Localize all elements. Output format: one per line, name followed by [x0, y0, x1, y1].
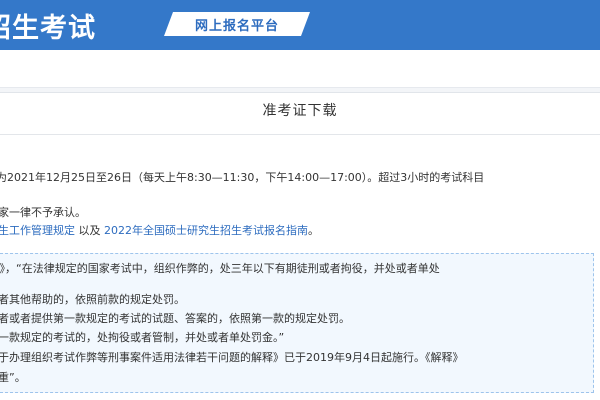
links-connector: 以及: [75, 224, 104, 237]
exam-dates-text: 为2021年12月25日至26日（每天上午8:30—11:30，下午14:00—…: [0, 171, 485, 184]
notice-line-3: 者或者提供第一款规定的考试的试题、答案的，依照第一款的规定处罚。: [0, 312, 350, 325]
card-divider: [0, 134, 600, 135]
legal-notice-box: ）》，“在法律规定的国家考试中，组织作弊的，处三年以下有期徒刑或者拘役，并处或者…: [0, 253, 594, 393]
disclaimer-text: 家一律不予承认。: [0, 206, 86, 219]
site-header: 招生考试 网上报名平台: [0, 0, 600, 50]
platform-badge[interactable]: 网上报名平台: [164, 12, 310, 36]
admission-ticket-card: 准考证下载 为2021年12月25日至26日（每天上午8:30—11:30，下午…: [0, 92, 600, 400]
notice-line-1: ）》，“在法律规定的国家考试中，组织作弊的，处三年以下有期徒刑或者拘役，并处或者…: [0, 262, 440, 275]
platform-badge-label: 网上报名平台: [194, 18, 279, 34]
management-rules-link[interactable]: 生工作管理规定: [0, 224, 75, 237]
site-brand-title: 招生考试: [0, 13, 96, 44]
notice-line-6: 重”。: [0, 371, 26, 384]
reference-links-line: 生工作管理规定 以及 2022年全国硕士研究生招生考试报名指南。: [0, 224, 319, 238]
notice-line-2: 者其他帮助的，依照前款的规定处罚。: [0, 293, 185, 306]
notice-line-5: 于办理组织考试作弊等刑事案件适用法律若干问题的解释》已于2019年9月4日起施行…: [0, 351, 464, 364]
notice-line-4: 一款规定的考试的，处拘役或者管制，并处或者单处罚金。”: [0, 331, 285, 344]
links-end: 。: [308, 224, 319, 237]
registration-guide-link[interactable]: 2022年全国硕士研究生招生考试报名指南: [104, 224, 308, 237]
card-title: 准考证下载: [262, 103, 338, 119]
sub-header-strip: [0, 50, 600, 88]
